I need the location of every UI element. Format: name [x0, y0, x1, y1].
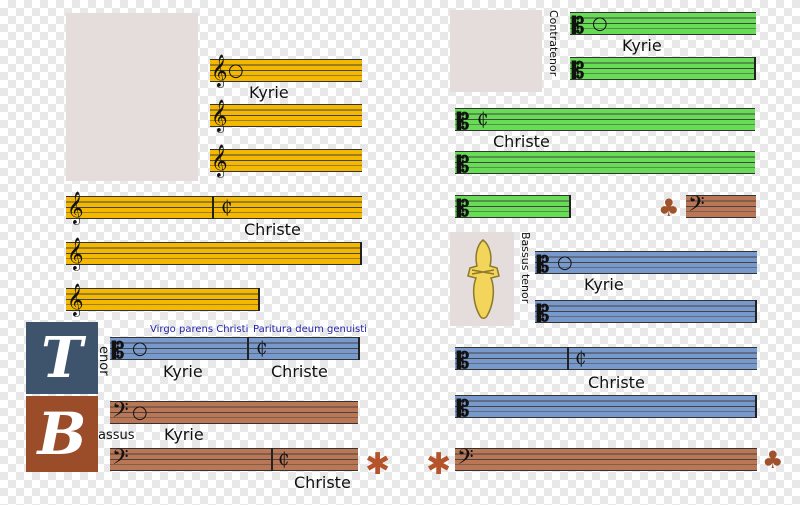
c-clef-icon: 𝄡	[572, 13, 585, 39]
g-clef-icon: 𝄞	[67, 237, 84, 270]
bassus-tenor-label: Bassus tenor	[519, 232, 532, 304]
g-clef-icon: 𝄞	[67, 191, 84, 224]
circle-mensuration-icon: ○	[557, 252, 573, 273]
superius-staff-4: 𝄞 ₵	[66, 191, 362, 224]
bassus-initial-letter: B	[37, 400, 87, 468]
figure-icon	[467, 239, 500, 319]
c-clef-icon: 𝄡	[457, 396, 470, 422]
bassus-initial-box: B	[26, 396, 98, 472]
club-icon: ♣	[658, 194, 680, 222]
tenor-initial-box: T	[26, 322, 98, 394]
c-clef-icon: 𝄡	[537, 252, 550, 278]
g-clef-icon: 𝄞	[211, 99, 228, 132]
bassus-kyrie-label: Kyrie	[164, 425, 204, 444]
bassus-tenor-staff-1: 𝄡 ○	[535, 251, 757, 278]
ornament-icon: ✱	[426, 447, 452, 482]
virgo-text: Virgo parens Christi	[150, 324, 249, 335]
contratenor-kyrie-label: Kyrie	[622, 36, 662, 55]
contratenor-staff-2: 𝄡	[570, 57, 756, 84]
c-clef-icon: 𝄡	[457, 348, 470, 374]
cut-c-mensuration-icon: ₵	[278, 449, 290, 470]
g-clef-icon: 𝄞	[211, 54, 228, 87]
cut-c-mensuration-icon: ₵	[256, 338, 268, 359]
bassus-christe-label: Christe	[294, 473, 351, 492]
tenor-staff-1: 𝄡 ○ ₵	[110, 337, 360, 364]
bassus-tenor-staff-4: 𝄡	[455, 395, 757, 422]
g-clef-icon: 𝄞	[211, 144, 228, 177]
c-clef-icon: 𝄡	[457, 196, 470, 222]
c-clef-icon: 𝄡	[457, 152, 470, 178]
f-clef-icon: 𝄢	[112, 398, 129, 428]
circle-mensuration-icon: ○	[132, 338, 148, 359]
circle-mensuration-icon: ○	[132, 402, 148, 423]
barline	[567, 347, 569, 370]
bassus-tenor-christe-label: Christe	[588, 373, 645, 392]
circle-mensuration-icon: ○	[592, 13, 608, 34]
f-clef-icon: 𝄢	[112, 445, 129, 475]
bassus-staff-1: 𝄢 ○	[110, 398, 358, 428]
barline	[271, 448, 273, 471]
superius-staff-6: 𝄞	[66, 283, 260, 316]
contratenor-image-placeholder	[450, 10, 542, 92]
c-clef-icon: 𝄡	[112, 338, 125, 364]
superius-image-placeholder	[66, 13, 198, 181]
barline	[247, 337, 249, 360]
g-clef-icon: 𝄞	[67, 283, 84, 316]
superius-staff-5: 𝄞	[66, 237, 362, 270]
bassus-tenor-bass-staff: 𝄢	[455, 445, 757, 475]
superius-staff-3: 𝄞	[210, 144, 362, 177]
contratenor-staff-1: 𝄡 ○	[570, 12, 756, 39]
f-clef-icon: 𝄢	[457, 445, 474, 475]
tenor-label-rest: enor	[96, 346, 111, 376]
tenor-kyrie-label: Kyrie	[163, 362, 203, 381]
bassus-tenor-kyrie-label: Kyrie	[584, 275, 624, 294]
contratenor-staff-4: 𝄡	[455, 151, 755, 178]
f-clef-icon: 𝄢	[688, 192, 705, 222]
bassus-tenor-staff-3: 𝄡 ₵	[455, 347, 757, 374]
club-icon: ♣	[762, 446, 784, 474]
c-clef-icon: 𝄡	[537, 301, 550, 327]
superius-staff-2: 𝄞	[210, 99, 362, 132]
barline	[212, 196, 214, 219]
circle-mensuration-icon: ○	[228, 60, 244, 81]
contratenor-label: Contratenor	[547, 10, 560, 77]
bassus-staff-2: 𝄢 ₵	[110, 445, 358, 475]
cut-c-mensuration-icon: ₵	[221, 197, 233, 218]
bassus-label-rest: assus	[98, 428, 135, 443]
superius-kyrie-label: Kyrie	[249, 83, 289, 102]
contratenor-staff-3: 𝄡 ₵	[455, 108, 755, 135]
contratenor-staff-5: 𝄡	[455, 195, 571, 222]
superius-christe-label: Christe	[244, 220, 301, 239]
tenor-christe-label: Christe	[271, 362, 328, 381]
paritura-text: Paritura deum genuisti	[253, 324, 367, 335]
cut-c-mensuration-icon: ₵	[575, 348, 587, 369]
tenor-initial-letter: T	[41, 325, 83, 391]
c-clef-icon: 𝄡	[457, 109, 470, 135]
contratenor-christe-label: Christe	[493, 132, 550, 151]
cut-c-mensuration-icon: ₵	[477, 109, 489, 130]
c-clef-icon: 𝄡	[572, 58, 585, 84]
bassus-tenor-staff-2: 𝄡	[535, 300, 757, 327]
ornament-icon: ✱	[365, 447, 391, 482]
superius-staff-1: 𝄞 ○	[210, 54, 362, 87]
bassus-tenor-transition-staff: 𝄢	[686, 192, 756, 222]
